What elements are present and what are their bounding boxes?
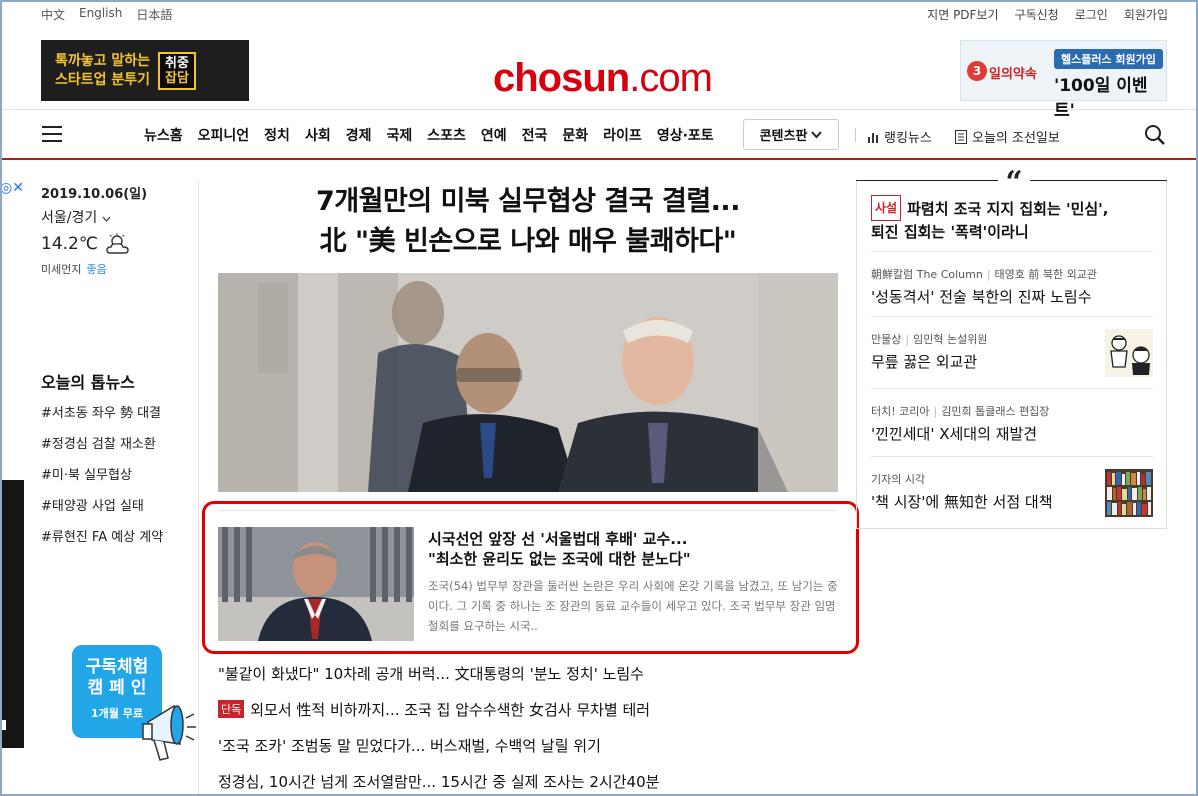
weather-location-select[interactable]: 서울/경기: [41, 207, 147, 227]
nav-divider: [855, 128, 856, 142]
editorial-headline[interactable]: 사설 파렴치 조국 지지 집회는 '민심', 퇴진 집회는 '폭력'이라니: [871, 195, 1156, 243]
nav-entertainment[interactable]: 연예: [481, 125, 507, 145]
signup-link[interactable]: 회원가입: [1124, 6, 1168, 23]
column-divider: [198, 180, 199, 796]
pdf-view-link[interactable]: 지면 PDF보기: [927, 6, 998, 23]
headline-list: "불같이 화냈다" 10차례 공개 버럭... 文대통령의 '분노 정치' 노림…: [218, 655, 659, 796]
nav-life[interactable]: 라이프: [603, 125, 642, 145]
lang-english-link[interactable]: English: [79, 6, 122, 23]
chevron-down-icon: [811, 130, 823, 138]
ad-right-pill: 헬스플러스 회원가입: [1054, 49, 1163, 69]
main-news-photo[interactable]: [218, 273, 838, 492]
bookshelf-thumbnail-icon: [1105, 469, 1153, 517]
opinion-item-column[interactable]: 朝鮮칼럼 The Column | 태영호 前 북한 외교관 '성동격서' 전술 북…: [871, 251, 1153, 316]
top-news-title: 오늘의 톱뉴스: [41, 373, 135, 392]
today-paper-link[interactable]: 오늘의 조선일보: [955, 127, 1060, 146]
quote-mark-icon: “: [998, 168, 1030, 198]
editorial-badge: 사설: [871, 195, 902, 221]
top-news-item[interactable]: #정경심 검찰 재소환: [41, 433, 163, 464]
top-news-item[interactable]: #미·북 실무협상: [41, 464, 163, 495]
ad-right-script: 일의약속: [989, 67, 1037, 82]
site-logo[interactable]: chosun.com: [493, 56, 713, 101]
megaphone-icon: [142, 704, 196, 761]
nav-sports[interactable]: 스포츠: [427, 125, 466, 145]
top-news-item[interactable]: #류현진 FA 예상 계약: [41, 526, 163, 557]
nav-opinion[interactable]: 오피니언: [198, 125, 250, 145]
news-photo-image: [218, 273, 838, 492]
top-news-item[interactable]: #서초동 좌우 勢 대결: [41, 402, 163, 433]
weather-date: 2019.10.06(일): [41, 187, 148, 202]
chevron-down-icon: [102, 216, 111, 222]
language-links: 中文 English 日本語: [41, 6, 172, 23]
utility-bar: 中文 English 日本語 지면 PDF보기 구독신청 로그인 회원가입: [0, 0, 1198, 28]
top-news-item[interactable]: #태양광 사업 실태: [41, 495, 163, 526]
nav-items: 뉴스홈 오피니언 정치 사회 경제 국제 스포츠 연예 전국 문화 라이프 영상…: [144, 125, 729, 145]
weather-temperature: 14.2℃: [41, 233, 147, 255]
ad-banner-right[interactable]: 3 일의약속 헬스플러스 회원가입 '100일 이벤트': [960, 40, 1167, 121]
content-dropdown-button[interactable]: 콘텐츠판: [743, 119, 839, 150]
cartoon-thumbnail-icon: [1105, 329, 1153, 377]
bar-chart-icon: [868, 132, 878, 143]
main-nav: 뉴스홈 오피니언 정치 사회 경제 국제 스포츠 연예 전국 문화 라이프 영상…: [0, 110, 1198, 160]
ad-left-text: 톡까놓고 말하는 스타트업 분투기: [55, 52, 151, 88]
ad-left-badge: 취중 잡담: [158, 51, 196, 90]
partly-cloudy-icon: [106, 233, 129, 254]
ranking-news-link[interactable]: 랭킹뉴스: [868, 127, 932, 146]
lang-chinese-link[interactable]: 中文: [41, 6, 65, 23]
side-ad-dark-panel[interactable]: [0, 480, 24, 748]
nav-international[interactable]: 국제: [386, 125, 412, 145]
highlight-annotation-box: [202, 501, 859, 654]
account-links: 지면 PDF보기 구독신청 로그인 회원가입: [927, 6, 1168, 23]
opinion-item-cartoon[interactable]: 만물상 | 임민혁 논설위원 무릎 꿇은 외교관: [871, 316, 1153, 388]
list-item[interactable]: 정경심, 10시간 넘게 조서열람만... 15시간 중 실제 조사는 2시간4…: [218, 763, 659, 796]
opinion-item-touch-korea[interactable]: 터치! 코리아 | 김민희 톱클래스 편집장 '낀낀세대' X세대의 재발견: [871, 388, 1153, 456]
nav-society[interactable]: 사회: [305, 125, 331, 145]
top-news-list: #서초동 좌우 勢 대결 #정경심 검찰 재소환 #미·북 실무협상 #태양광 …: [41, 402, 163, 557]
nav-regional[interactable]: 전국: [522, 125, 548, 145]
subscribe-link[interactable]: 구독신청: [1015, 6, 1059, 23]
list-item[interactable]: '조국 조카' 조범동 말 믿었다가... 버스재벌, 수백억 날릴 위기: [218, 727, 659, 763]
search-icon[interactable]: [1144, 124, 1166, 146]
login-link[interactable]: 로그인: [1075, 6, 1108, 23]
list-item[interactable]: "불같이 화냈다" 10차례 공개 버럭... 文대통령의 '분노 정치' 노림…: [218, 655, 659, 691]
opinion-item-reporter-view[interactable]: 기자의 시각 '책 시장'에 無知한 서점 대책: [871, 456, 1153, 526]
newspaper-icon: [955, 129, 967, 144]
hamburger-menu-icon[interactable]: [42, 126, 62, 142]
nav-video-photo[interactable]: 영상·포토: [657, 125, 714, 145]
main-headline[interactable]: 7개월만의 미북 실무협상 결국 결렬... 北 "美 빈손으로 나와 매우 불…: [218, 182, 838, 262]
nav-economy[interactable]: 경제: [346, 125, 372, 145]
list-item[interactable]: 단독 외모서 性적 비하까지... 조국 집 압수수색한 女검사 무차별 테러: [218, 691, 659, 727]
fine-dust-status: 미세먼지 좋음: [41, 263, 107, 276]
nav-politics[interactable]: 정치: [264, 125, 290, 145]
weather-widget: 2019.10.06(일) 서울/경기 14.2℃ 미세먼지 좋음: [41, 183, 147, 277]
ad-right-circle: 3: [967, 61, 987, 81]
exclusive-badge: 단독: [218, 700, 245, 718]
nav-news-home[interactable]: 뉴스홈: [144, 125, 183, 145]
site-header: 톡까놓고 말하는 스타트업 분투기 취중 잡담 chosun.com 3 일의약…: [0, 28, 1198, 121]
nav-culture[interactable]: 문화: [562, 125, 588, 145]
side-ad-edge-icon[interactable]: ◎✕: [0, 180, 24, 200]
lang-japanese-link[interactable]: 日本語: [136, 6, 172, 23]
ad-banner-left[interactable]: 톡까놓고 말하는 스타트업 분투기 취중 잡담: [41, 40, 249, 101]
